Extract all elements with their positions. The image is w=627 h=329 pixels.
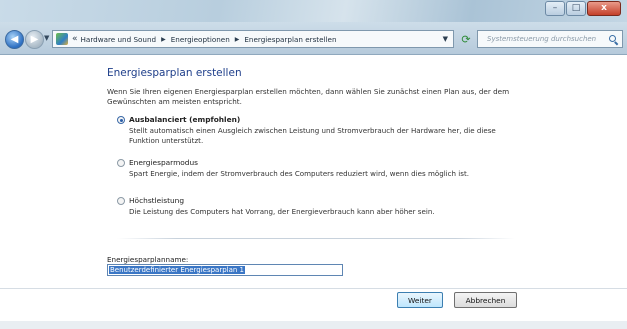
search-input[interactable]: Systemsteuerung durchsuchen [477,30,623,48]
plan-name-label: Energiesparplanname: [107,255,189,264]
page-title: Energiesparplan erstellen [107,67,242,79]
title-bar: – □ x [0,0,627,22]
breadcrumb-item-energiesparplan-erstellen[interactable]: Energiesparplan erstellen [244,35,336,44]
radio-energiesparmodus[interactable] [117,159,125,167]
cancel-button[interactable]: Abbrechen [454,292,517,308]
navigation-bar: ◀ ▶ ▼ « Hardware und Sound ▶ Energieopti… [0,22,627,55]
breadcrumb-item-energieoptionen[interactable]: Energieoptionen [171,35,230,44]
chevron-right-icon[interactable]: ▶ [235,36,240,43]
divider [117,238,515,239]
close-glyph: x [601,3,607,13]
breadcrumb-item-hardware-und-sound[interactable]: Hardware und Sound [81,35,157,44]
minimize-icon[interactable]: – [545,1,565,16]
radio-ausbalanciert[interactable] [117,116,125,124]
option-description: Spart Energie, indem der Stromverbrauch … [129,169,470,178]
search-placeholder: Systemsteuerung durchsuchen [487,35,597,43]
window-controls: – □ x [544,1,621,16]
main-content: Energiesparplan erstellen Wenn Sie Ihren… [0,55,627,329]
arrow-left-icon[interactable]: ◀ [5,30,24,49]
breadcrumb-overflow[interactable]: « [72,34,78,44]
arrow-right-icon[interactable]: ▶ [25,30,44,49]
chevron-right-icon[interactable]: ▶ [161,36,166,43]
search-icon[interactable] [609,34,618,44]
footer-divider [0,288,627,289]
address-bar[interactable]: « Hardware und Sound ▶ Energieoptionen ▶… [52,30,454,48]
maximize-icon[interactable]: □ [566,1,586,16]
next-button[interactable]: Weiter [397,292,443,308]
option-label[interactable]: Ausbalanciert (empfohlen) [129,115,240,124]
option-label[interactable]: Höchstleistung [129,196,184,205]
breadcrumb: Hardware und Sound ▶ Energieoptionen ▶ E… [81,35,337,44]
intro-text: Wenn Sie Ihren eigenen Energiesparplan e… [107,87,510,106]
chevron-down-icon[interactable]: ▼ [443,35,448,43]
plan-name-selection: Benutzerdefinierter Energiesparplan 1 [109,266,246,274]
history-dropdown-icon[interactable]: ▼ [44,34,49,42]
refresh-icon[interactable]: ⟳ [457,30,475,48]
control-panel-icon [56,33,68,45]
bottom-strip [0,321,627,329]
option-description: Die Leistung des Computers hat Vorrang, … [129,207,435,216]
radio-hoechstleistung[interactable] [117,197,125,205]
close-icon[interactable]: x [587,1,621,16]
option-label[interactable]: Energiesparmodus [129,158,198,167]
option-description: Stellt automatisch einen Ausgleich zwisc… [129,126,496,145]
